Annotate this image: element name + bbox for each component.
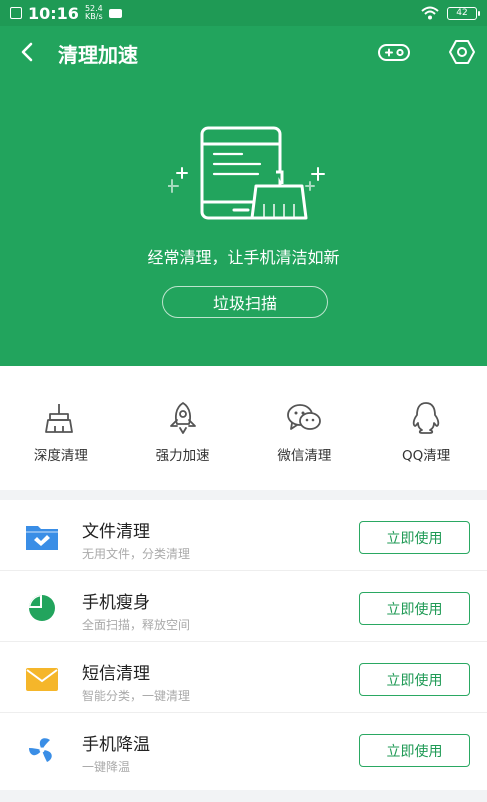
use-now-button[interactable]: 立即使用	[359, 592, 470, 625]
row-title: 短信清理	[82, 664, 150, 684]
network-speed: 52.4 KB/s	[84, 4, 103, 21]
wifi-icon	[421, 6, 439, 20]
list-item-file-clean[interactable]: 文件清理 无用文件，分类清理 立即使用	[0, 500, 487, 571]
use-now-button[interactable]: 立即使用	[359, 521, 470, 554]
fan-icon	[29, 738, 52, 762]
settings-hexagon-icon[interactable]	[446, 38, 480, 66]
list-item-phone-slim[interactable]: 手机瘦身 全面扫描，释放空间 立即使用	[0, 571, 487, 642]
back-arrow-icon[interactable]	[14, 38, 42, 66]
tools-list: 文件清理 无用文件，分类清理 立即使用 手机瘦身 全面扫描，释放空间 立即使用 …	[0, 500, 487, 790]
notification-icon	[10, 7, 22, 19]
row-subtitle: 智能分类，一键清理	[82, 689, 191, 703]
pie-chart-icon	[29, 595, 55, 621]
folder-icon	[26, 526, 58, 550]
video-icon	[108, 8, 122, 18]
row-subtitle: 全面扫描，释放空间	[82, 618, 191, 632]
status-time: 10:16	[28, 3, 79, 23]
envelope-icon	[26, 668, 58, 691]
row-title: 手机降温	[82, 735, 150, 755]
list-item-phone-cool[interactable]: 手机降温 一键降温 立即使用	[0, 713, 487, 784]
quick-deep-clean[interactable]: 深度清理	[0, 366, 122, 490]
list-item-sms-clean[interactable]: 短信清理 智能分类，一键清理 立即使用	[0, 642, 487, 713]
use-now-button[interactable]: 立即使用	[359, 734, 470, 767]
battery-icon: 42	[447, 6, 480, 20]
junk-scan-button[interactable]: 垃圾扫描	[162, 286, 328, 318]
phone-cleaning-illustration	[168, 126, 325, 220]
page-title: 清理加速	[58, 43, 138, 67]
wechat-icon	[287, 404, 322, 430]
hero-section: 清理加速 经常清理，让手机清洁如新 垃圾扫描	[0, 26, 487, 366]
row-subtitle: 一键降温	[82, 760, 131, 774]
quick-label: 微信清理	[277, 448, 332, 464]
quick-actions: 深度清理 强力加速 微信清理 QQ清理	[0, 366, 487, 490]
use-now-button[interactable]: 立即使用	[359, 663, 470, 696]
quick-label: QQ清理	[401, 448, 451, 464]
broom-icon	[44, 404, 73, 433]
quick-label: 深度清理	[33, 448, 88, 464]
quick-wechat-clean[interactable]: 微信清理	[244, 366, 366, 490]
row-title: 文件清理	[82, 522, 150, 542]
qq-penguin-icon	[412, 402, 440, 434]
quick-boost[interactable]: 强力加速	[122, 366, 244, 490]
top-bar: 清理加速	[0, 26, 487, 78]
row-subtitle: 无用文件，分类清理	[82, 547, 191, 561]
row-title: 手机瘦身	[82, 593, 150, 613]
quick-qq-clean[interactable]: QQ清理	[365, 366, 487, 490]
gamepad-icon[interactable]	[377, 38, 411, 66]
hero-slogan: 经常清理，让手机清洁如新	[147, 248, 340, 267]
quick-label: 强力加速	[155, 448, 210, 464]
rocket-icon	[169, 402, 196, 434]
status-bar: 10:16 52.4 KB/s 42	[0, 0, 487, 26]
